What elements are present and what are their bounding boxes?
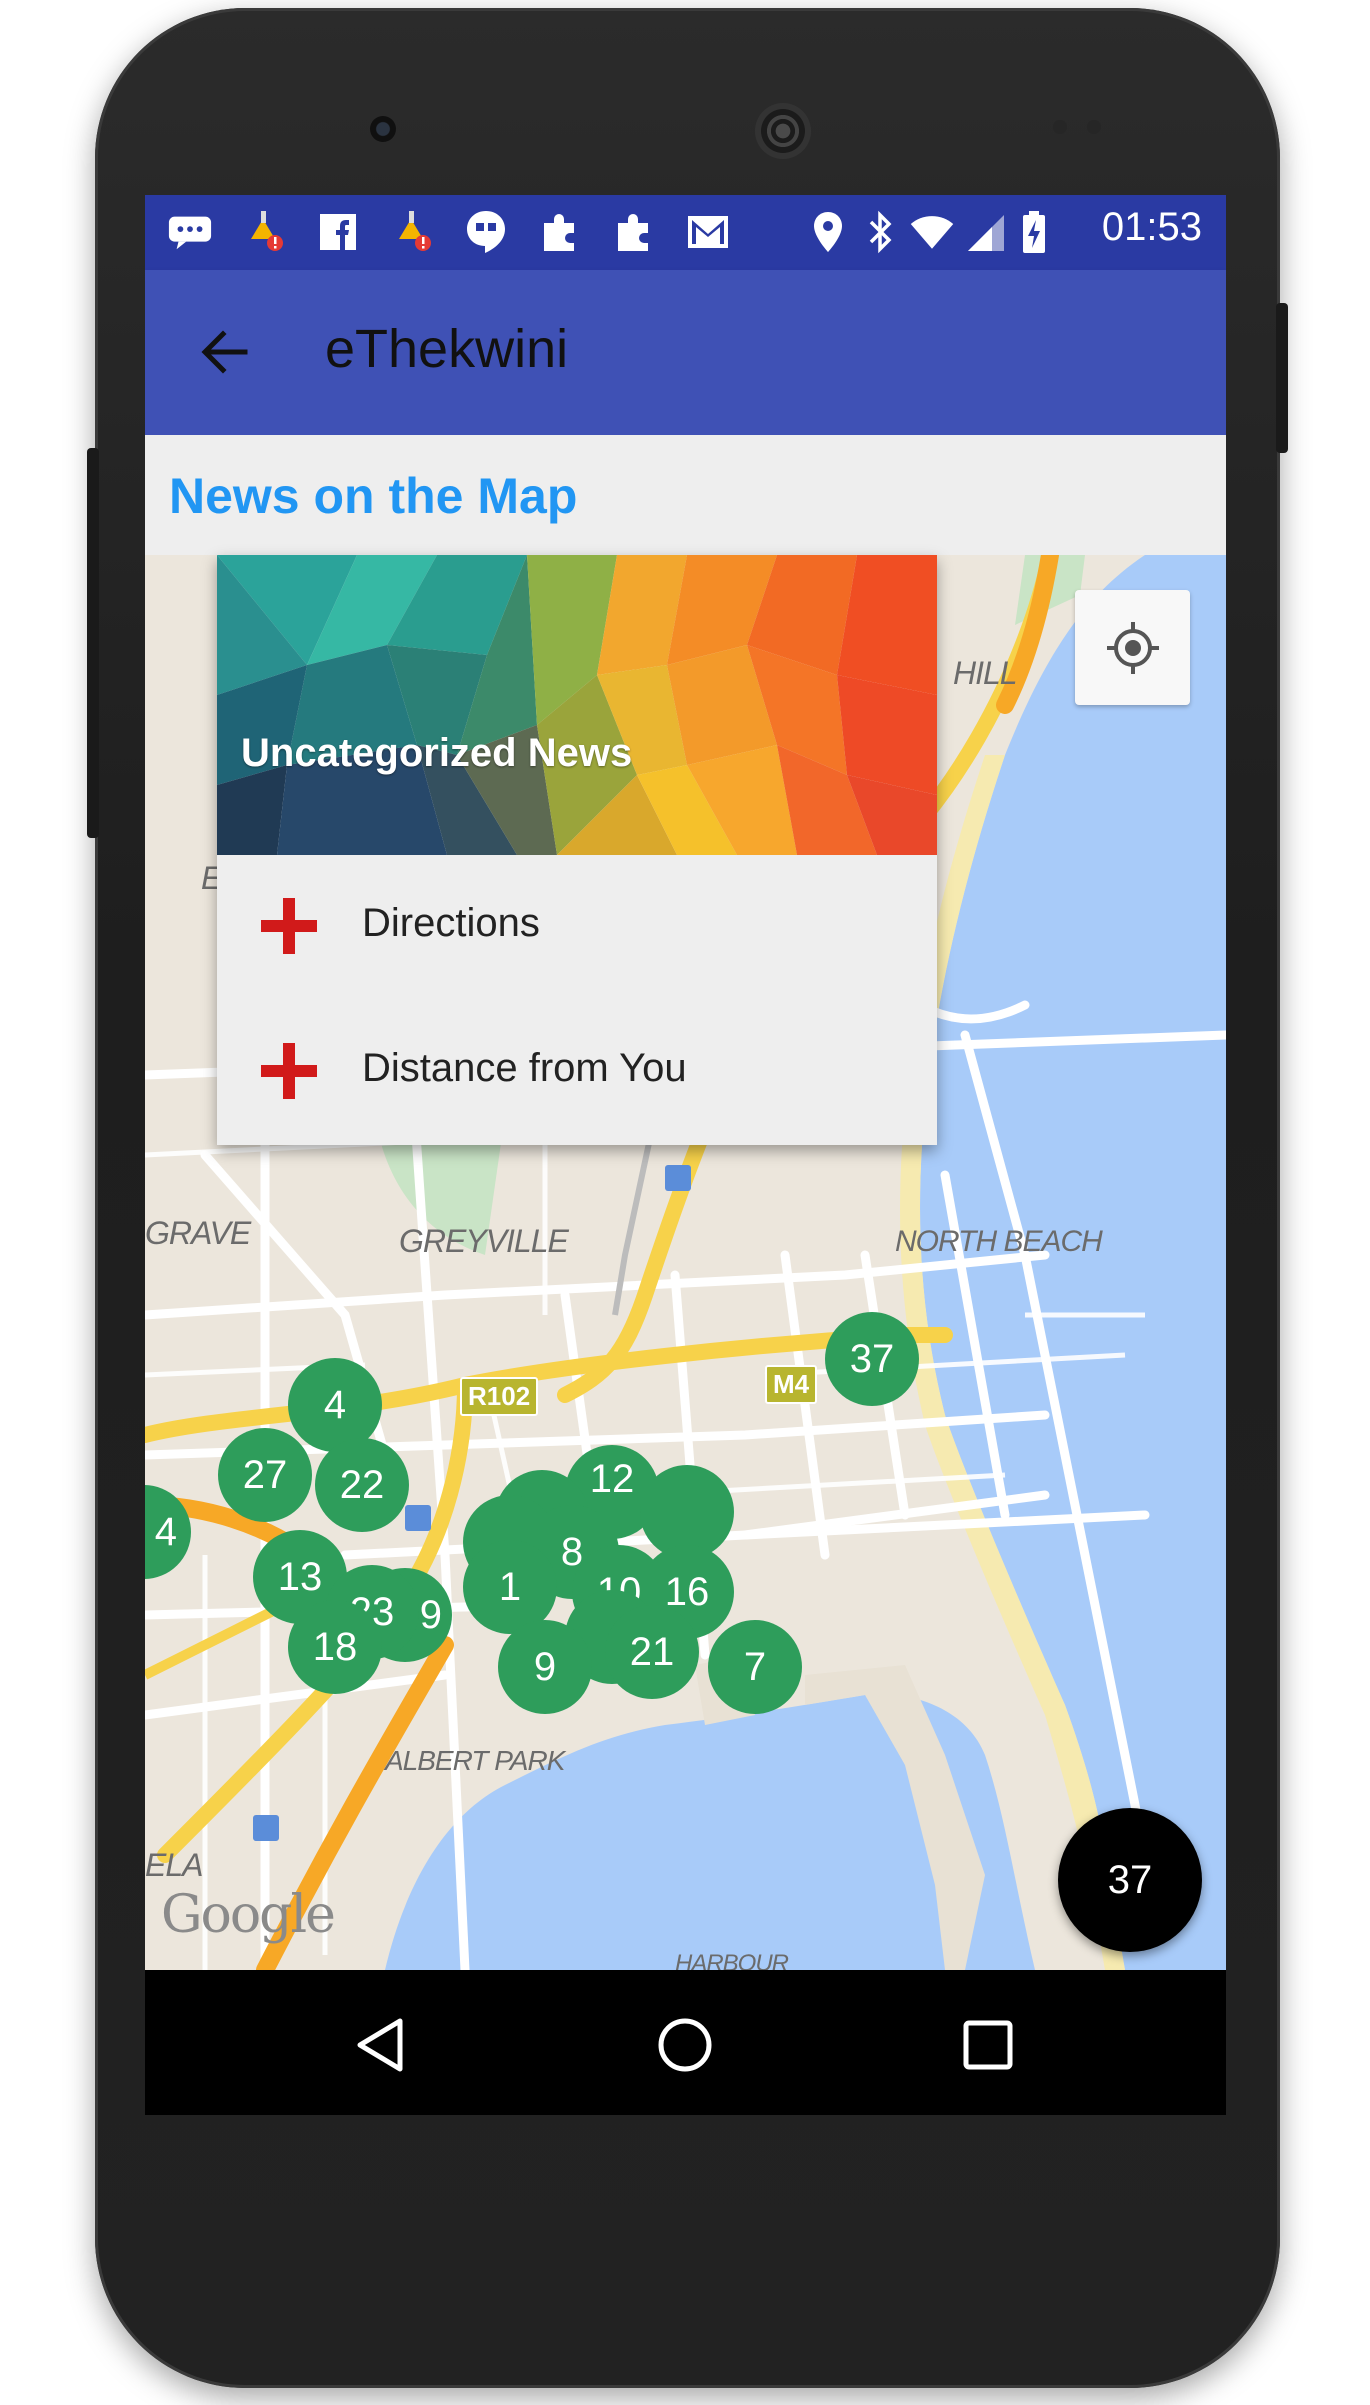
status-time: 01:53 [1101, 205, 1202, 249]
map-cluster-marker[interactable]: 7 [708, 1620, 802, 1714]
popup-item-label: Directions [362, 901, 540, 945]
map-label-albert-park: ALBERT PARK [385, 1745, 565, 1776]
recents-square-icon[interactable] [953, 2010, 1023, 2080]
home-circle-icon[interactable] [650, 2010, 720, 2080]
wifi-icon [909, 209, 955, 255]
facebook-icon [315, 209, 361, 255]
puzzle-icon [537, 209, 583, 255]
my-location-button[interactable] [1075, 590, 1190, 705]
back-triangle-icon[interactable] [345, 2010, 415, 2080]
popup-item-distance[interactable]: Distance from You [217, 1000, 937, 1145]
map-label-ela: ELA [145, 1847, 203, 1883]
map-cluster-marker[interactable]: 18 [288, 1600, 382, 1694]
proximity-sensor [1053, 120, 1067, 134]
popup-item-directions[interactable]: Directions [217, 855, 937, 1000]
location-icon [805, 209, 851, 255]
app-title: eThekwini [325, 319, 569, 379]
map-cluster-marker[interactable]: 37 [825, 1312, 919, 1406]
map-cluster-marker[interactable]: 27 [218, 1428, 312, 1522]
arrow-back-icon[interactable] [195, 322, 255, 382]
section-title: News on the Map [169, 468, 578, 524]
map-cluster-marker[interactable]: 21 [605, 1605, 699, 1699]
light-sensor [1087, 120, 1101, 134]
google-attribution: Google [161, 1885, 336, 1945]
plus-icon [261, 1043, 317, 1099]
news-popup-card: Uncategorized News Directions Distance f… [217, 555, 937, 1145]
system-nav-bar [145, 1970, 1226, 2115]
message-icon [167, 209, 213, 255]
power-button [87, 448, 99, 838]
battery-charging-icon [1011, 209, 1057, 255]
map-cluster-marker[interactable]: 22 [315, 1438, 409, 1532]
cleaner-alert-icon [389, 209, 435, 255]
popup-item-label: Distance from You [362, 1046, 687, 1090]
app-bar: eThekwini [145, 270, 1226, 435]
popup-banner-image: Uncategorized News [217, 555, 937, 855]
news-count-fab[interactable]: 37 [1058, 1808, 1202, 1952]
device-screen: 01:53 eThekwini News on the Map HILL E G… [145, 195, 1226, 2115]
road-shield-r102: R102 [460, 1377, 539, 1416]
map-label-grave: GRAVE [145, 1215, 251, 1251]
map-label-north-beach: NORTH BEACH [895, 1225, 1103, 1258]
map-cluster-marker[interactable]: 9 [498, 1620, 592, 1714]
front-camera [370, 116, 396, 142]
road-shield-m4: M4 [765, 1365, 818, 1404]
map-label-hill: HILL [953, 655, 1018, 691]
bluetooth-icon [857, 209, 903, 255]
earpiece-speaker [755, 103, 811, 159]
map-label-greyville: GREYVILLE [399, 1223, 569, 1259]
cleaner-alert-icon [241, 209, 287, 255]
train-station-icon [665, 1165, 691, 1191]
map-label-harbour: HARBOUR [675, 1950, 789, 1970]
popup-title: Uncategorized News [241, 731, 633, 775]
gmail-icon [685, 209, 731, 255]
signal-icon [963, 209, 1009, 255]
puzzle-icon [611, 209, 657, 255]
volume-button [1276, 303, 1288, 453]
hangouts-icon [463, 209, 509, 255]
crosshair-icon [1106, 621, 1159, 674]
train-station-icon [253, 1815, 279, 1841]
status-bar: 01:53 [145, 195, 1226, 270]
train-station-icon [405, 1505, 431, 1531]
plus-icon [261, 898, 317, 954]
section-header: News on the Map [145, 435, 1226, 555]
